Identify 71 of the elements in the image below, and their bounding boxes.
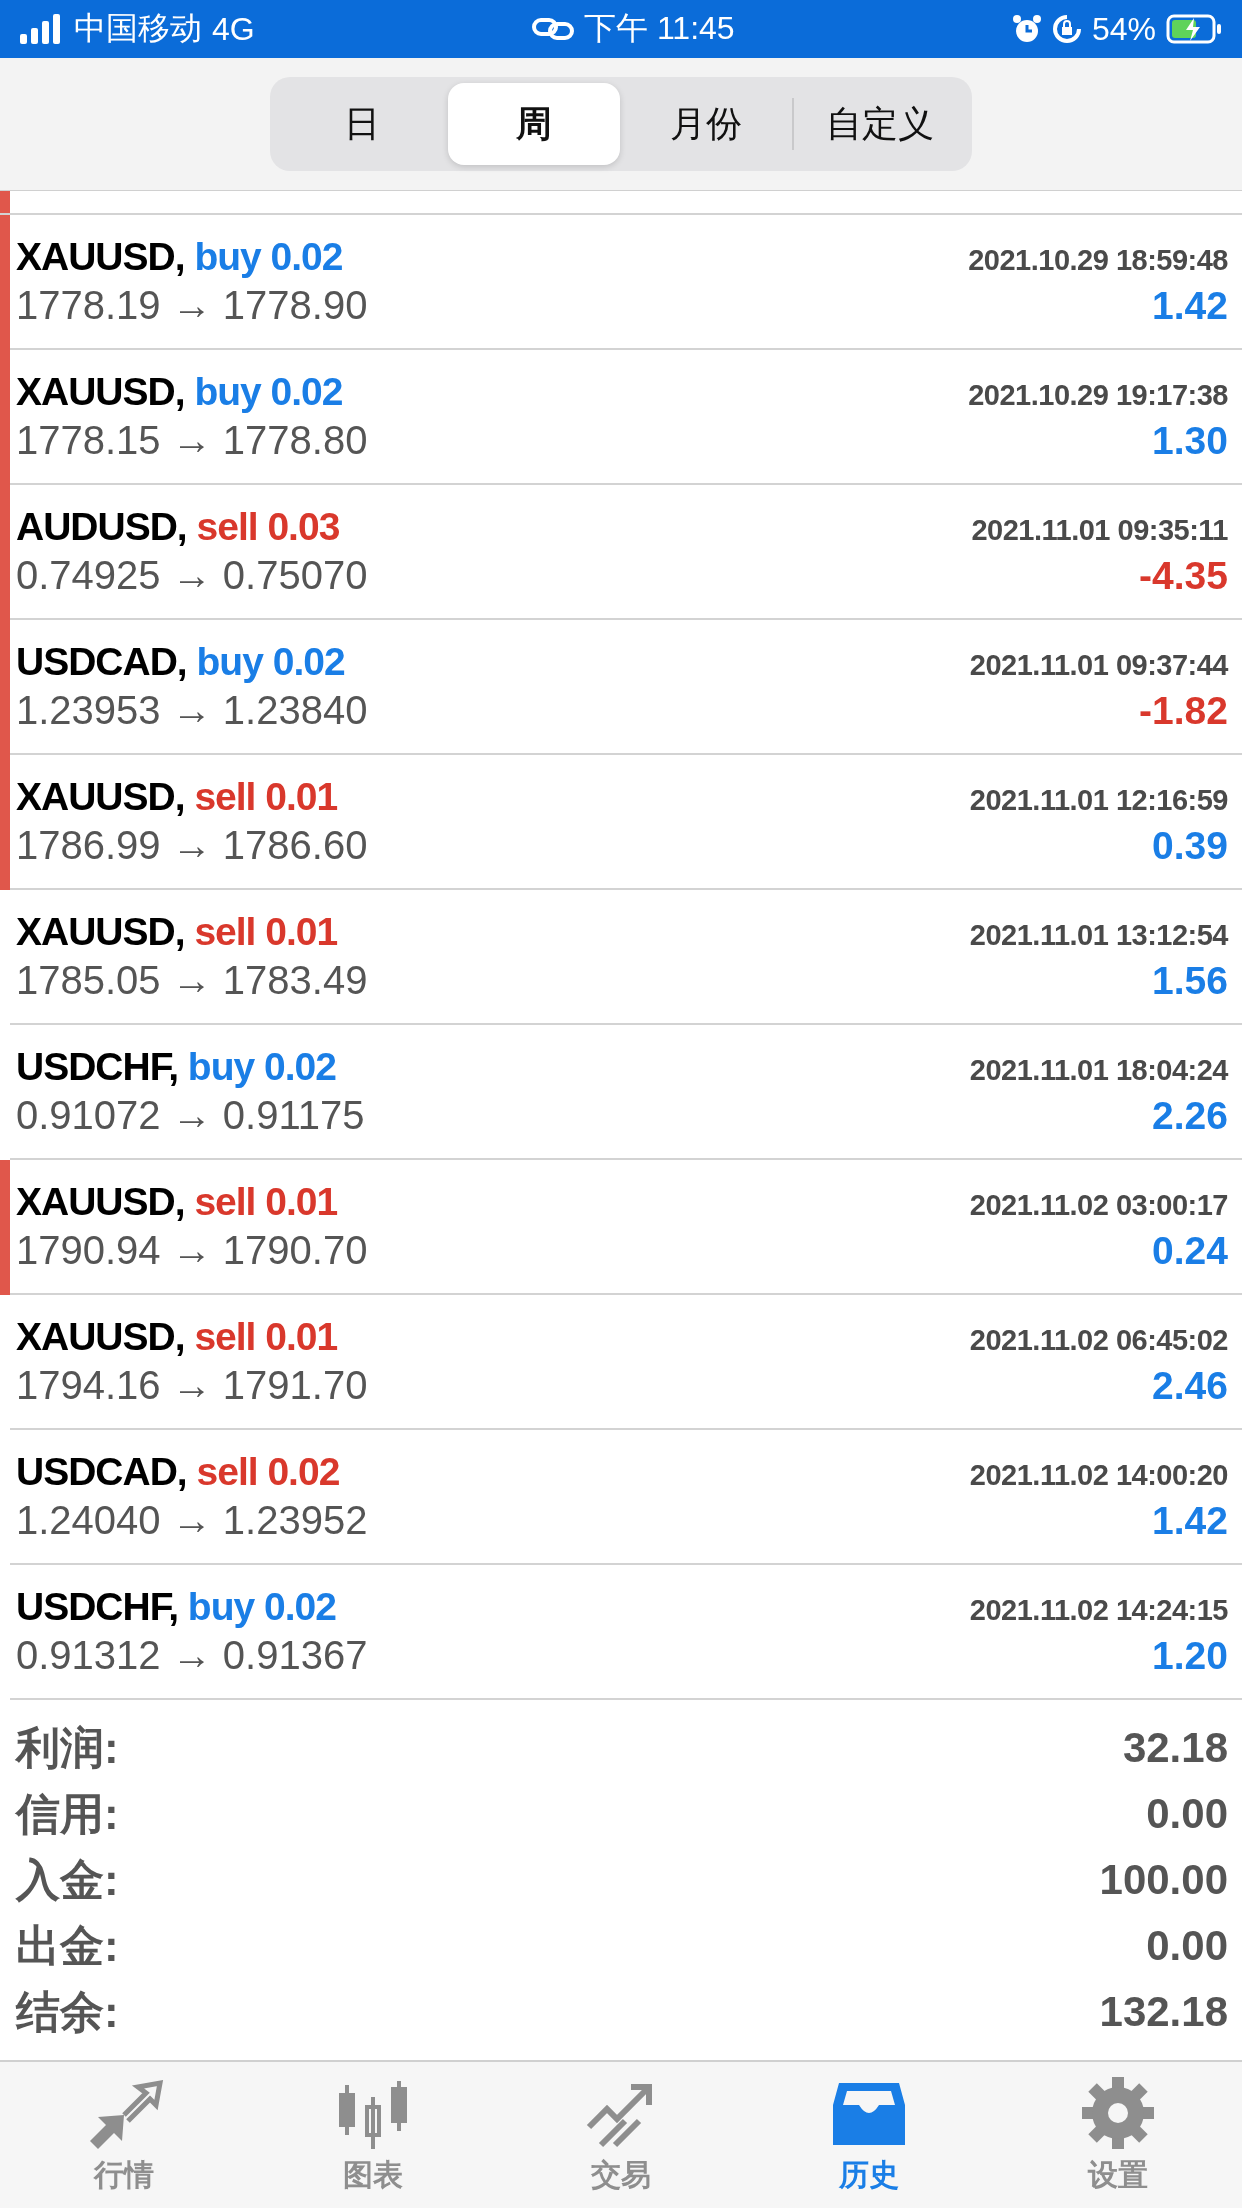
- trade-prices: 0.91312 → 0.91367: [16, 1633, 368, 1678]
- trade-profit: 1.56: [1152, 959, 1228, 1003]
- trade-prices: 1.24040 → 1.23952: [16, 1498, 368, 1543]
- trade-time: 2021.10.29 19:17:38: [968, 379, 1228, 412]
- trade-prices: 1785.05 → 1783.49: [16, 958, 368, 1003]
- tab-bar-item[interactable]: 行情: [0, 2062, 249, 2208]
- trade-profit: 2.46: [1152, 1364, 1228, 1408]
- trade-time: 2021.11.01 09:35:11: [971, 514, 1228, 547]
- trade-time: 2021.11.01 09:37:44: [969, 649, 1228, 682]
- period-tab[interactable]: 月份: [620, 83, 792, 165]
- trade-title: AUDUSD, sell 0.03: [16, 505, 340, 549]
- period-tab[interactable]: 周: [448, 83, 620, 165]
- summary-label: 出金:: [16, 1919, 119, 1972]
- period-tab[interactable]: 日: [276, 83, 448, 165]
- link-icon: [532, 16, 574, 42]
- trade-prices: 1790.94 → 1790.70: [16, 1228, 368, 1273]
- rotation-lock-icon: [1051, 14, 1082, 44]
- trade-time: 2021.11.01 12:16:59: [969, 784, 1228, 817]
- trade-title: XAUUSD, buy 0.02: [16, 235, 343, 279]
- trade-prices: 1794.16 → 1791.70: [16, 1363, 368, 1408]
- battery-icon: [1166, 14, 1222, 44]
- trade-title: USDCHF, buy 0.02: [16, 1045, 336, 1089]
- carrier-name: 中国移动: [74, 9, 202, 48]
- trade-time: 2021.11.01 18:04:24: [969, 1054, 1228, 1087]
- trade-title: USDCAD, buy 0.02: [16, 640, 345, 684]
- summary-value: 0.00: [1146, 1790, 1228, 1838]
- trade-profit: -4.35: [1139, 554, 1228, 598]
- summary-value: 0.00: [1146, 1922, 1228, 1970]
- trade-time: 2021.11.02 14:00:20: [969, 1459, 1228, 1492]
- trade-profit: 0.39: [1152, 824, 1228, 868]
- period-tab[interactable]: 自定义: [794, 83, 966, 165]
- trade-prices: 1.23953 → 1.23840: [16, 688, 368, 733]
- summary-value: 100.00: [1099, 1856, 1228, 1904]
- summary-label: 入金:: [16, 1853, 119, 1906]
- network-type: 4G: [212, 10, 255, 48]
- trade-time: 2021.10.29 18:59:48: [968, 244, 1228, 277]
- tab-bar-item[interactable]: 图表: [248, 2062, 497, 2208]
- trade-title: XAUUSD, sell 0.01: [16, 1180, 338, 1224]
- summary-value: 32.18: [1122, 1724, 1228, 1772]
- summary-label: 信用:: [16, 1787, 119, 1840]
- battery-percent: 54%: [1091, 10, 1156, 48]
- trade-title: XAUUSD, buy 0.02: [16, 370, 343, 414]
- trade-profit: 2.26: [1152, 1094, 1228, 1138]
- trade-time: 2021.11.01 13:12:54: [969, 919, 1228, 952]
- summary-label: 结余:: [16, 1985, 119, 2038]
- trade-prices: 0.91072 → 0.91175: [16, 1093, 365, 1138]
- tab-bar-item[interactable]: 设置: [993, 2062, 1242, 2208]
- summary-label: 利润:: [16, 1721, 119, 1774]
- alarm-icon: [1011, 14, 1042, 44]
- trade-time: 2021.11.02 03:00:17: [969, 1189, 1228, 1222]
- trade-title: XAUUSD, sell 0.01: [16, 1315, 338, 1359]
- tab-bar-item[interactable]: 历史: [745, 2062, 994, 2208]
- trade-title: USDCAD, sell 0.02: [16, 1450, 340, 1494]
- trade-profit: 0.24: [1152, 1229, 1228, 1273]
- trade-prices: 0.74925 → 0.75070: [16, 553, 368, 598]
- trade-profit: 1.42: [1152, 1499, 1228, 1543]
- trade-profit: 1.30: [1152, 419, 1228, 463]
- summary-value: 132.18: [1099, 1988, 1228, 2036]
- trade-title: XAUUSD, sell 0.01: [16, 775, 338, 819]
- trade-profit: -1.82: [1139, 689, 1228, 733]
- tab-bar-item[interactable]: 交易: [496, 2062, 746, 2208]
- trade-profit: 1.20: [1152, 1634, 1228, 1678]
- trade-title: XAUUSD, sell 0.01: [16, 910, 338, 954]
- clock-time: 下午 11:45: [584, 9, 735, 48]
- trade-prices: 1786.99 → 1786.60: [16, 823, 368, 868]
- trade-prices: 1778.19 → 1778.90: [16, 283, 368, 328]
- trade-profit: 1.42: [1152, 284, 1228, 328]
- trade-time: 2021.11.02 14:24:15: [969, 1594, 1228, 1627]
- trade-prices: 1778.15 → 1778.80: [16, 418, 368, 463]
- trade-title: USDCHF, buy 0.02: [16, 1585, 336, 1629]
- trade-time: 2021.11.02 06:45:02: [969, 1324, 1228, 1357]
